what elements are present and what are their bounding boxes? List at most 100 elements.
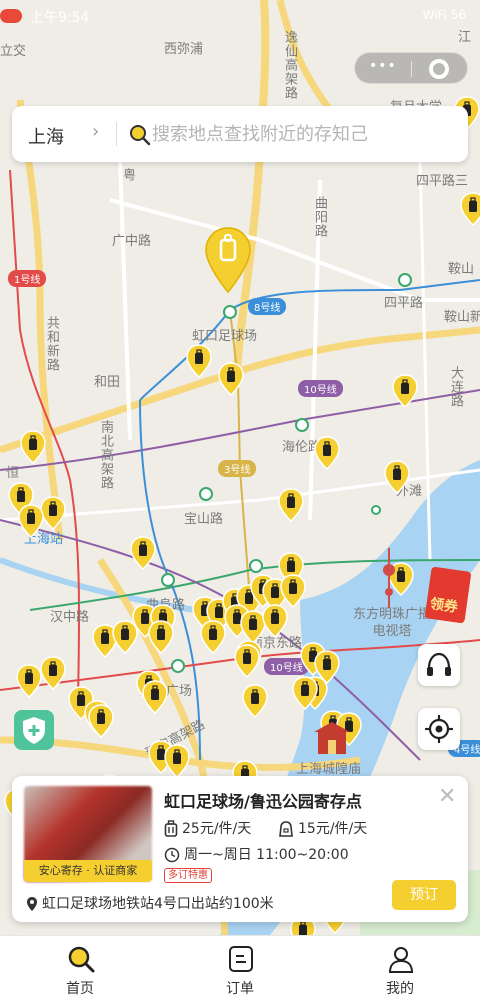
status-bar: 上午9:54 WiFi 56	[0, 0, 480, 30]
storage-pin[interactable]	[20, 430, 46, 464]
search-divider	[116, 122, 117, 146]
city-selector[interactable]: 上海	[28, 123, 64, 149]
capsule-divider	[411, 61, 412, 77]
map-label: 四平路三	[416, 174, 469, 189]
metro-line-tag: 8号线	[248, 298, 287, 315]
storage-pin[interactable]	[112, 620, 138, 654]
tab-home[interactable]: 首页	[40, 940, 120, 998]
tab-label: 首页	[66, 981, 94, 997]
store-address-value: 虹口足球场地铁站4号口出站约100米	[42, 896, 274, 912]
safety-button[interactable]	[14, 710, 54, 750]
notification-dot	[0, 9, 22, 23]
user-icon	[388, 947, 414, 973]
map-label: 上海城隍庙	[296, 762, 362, 777]
storage-pin[interactable]	[186, 344, 212, 378]
close-icon[interactable]: ✕	[438, 784, 456, 809]
store-card[interactable]: 安心寄存 · 认证商家 虹口足球场/鲁迅公园寄存点 ✕ 25元/件/天 15元/…	[12, 776, 468, 922]
storage-pin[interactable]	[460, 192, 480, 226]
store-title: 虹口足球场/鲁迅公园寄存点	[164, 792, 362, 811]
map-label: 广中路	[112, 234, 152, 249]
tab-orders[interactable]: 订单	[200, 940, 280, 998]
storage-pin[interactable]	[148, 620, 174, 654]
storage-pin[interactable]	[384, 460, 410, 494]
map-label: 鞍山	[448, 262, 475, 277]
tab-label: 我的	[386, 981, 414, 997]
map-label: 大连路	[448, 366, 463, 408]
bag-price: 15元/件/天	[278, 818, 367, 838]
storage-pin[interactable]	[130, 536, 156, 570]
storage-pin[interactable]	[314, 436, 340, 470]
luggage-price: 25元/件/天	[164, 818, 251, 838]
luggage-price-value: 25元/件/天	[182, 821, 252, 837]
book-button[interactable]: 预订	[392, 880, 456, 910]
tower-icon	[383, 548, 395, 608]
metro-line-tag: 1号线	[8, 270, 47, 287]
locate-icon	[425, 715, 453, 743]
storage-pin[interactable]	[218, 362, 244, 396]
chevron-right-icon[interactable]: ›	[92, 121, 99, 142]
storage-pin[interactable]	[164, 744, 190, 778]
storage-pin[interactable]	[40, 656, 66, 690]
search-icon	[130, 125, 151, 146]
map-label: 共和新路	[44, 316, 59, 372]
storage-pin[interactable]	[292, 676, 318, 710]
certified-tag: 安心寄存 · 认证商家	[24, 860, 152, 882]
map-label: 恒	[6, 466, 20, 481]
map-label: 西弥浦	[164, 42, 204, 57]
luggage-icon	[164, 820, 178, 837]
headset-icon	[427, 652, 451, 676]
status-time: 上午9:54	[30, 10, 90, 26]
locate-button[interactable]	[418, 708, 460, 750]
map-label: 东方明珠广播电视塔	[352, 607, 431, 639]
tab-bar: 首页 订单 我的	[0, 935, 480, 999]
map-label: 虹口足球场	[192, 329, 258, 344]
miniprogram-capsule: •••	[354, 52, 468, 84]
temple-icon	[314, 722, 350, 754]
storage-pin[interactable]	[18, 504, 44, 538]
map-label: 逸仙高架路	[282, 30, 297, 100]
search-icon	[68, 946, 95, 973]
opening-hours-value: 周一~周日 11:00~20:00	[184, 847, 349, 863]
search-input[interactable]	[152, 114, 452, 154]
opening-hours: 周一~周日 11:00~20:00	[164, 844, 349, 864]
map-label: 汉中路	[50, 610, 90, 625]
search-bar: 上海 ›	[12, 106, 468, 162]
map-label: 四平路	[384, 296, 424, 311]
more-icon[interactable]: •••	[369, 58, 397, 74]
map-label: 立交	[0, 44, 27, 59]
storage-pin[interactable]	[262, 604, 288, 638]
customer-service-button[interactable]	[418, 644, 460, 686]
coupon-button[interactable]: 领券	[422, 565, 472, 627]
selected-location-pin[interactable]	[204, 226, 252, 294]
map-label: 曲阳路	[312, 196, 327, 238]
storage-pin[interactable]	[142, 680, 168, 714]
map-label: 和田	[94, 375, 121, 390]
metro-line-tag: 3号线	[218, 460, 257, 477]
clock-icon	[164, 847, 180, 863]
bag-icon	[279, 821, 293, 837]
order-icon	[229, 946, 253, 972]
bag-price-value: 15元/件/天	[298, 821, 368, 837]
storage-pin[interactable]	[234, 644, 260, 678]
coupon-label: 领券	[428, 596, 459, 616]
storage-pin[interactable]	[242, 684, 268, 718]
discount-badge: 多订特惠	[164, 868, 212, 883]
storage-pin[interactable]	[16, 664, 42, 698]
metro-line-tag: 10号线	[298, 380, 343, 397]
store-address: 虹口足球场地铁站4号口出站约100米	[26, 893, 274, 913]
storage-pin[interactable]	[280, 574, 306, 608]
map-label: 鞍山新	[444, 310, 480, 325]
signal-icons: WiFi 56	[422, 8, 466, 22]
storage-pin[interactable]	[392, 374, 418, 408]
map-label: 南北高架路	[98, 420, 113, 490]
location-icon	[27, 897, 37, 911]
tab-label: 订单	[226, 981, 254, 997]
shield-plus-icon	[23, 717, 45, 744]
map-label: 粤	[120, 168, 135, 182]
storage-pin[interactable]	[200, 620, 226, 654]
storage-pin[interactable]	[88, 704, 114, 738]
close-miniprogram-icon[interactable]	[429, 59, 449, 79]
tab-profile[interactable]: 我的	[360, 940, 440, 998]
storage-pin[interactable]	[278, 488, 304, 522]
map-label: 宝山路	[184, 512, 224, 527]
